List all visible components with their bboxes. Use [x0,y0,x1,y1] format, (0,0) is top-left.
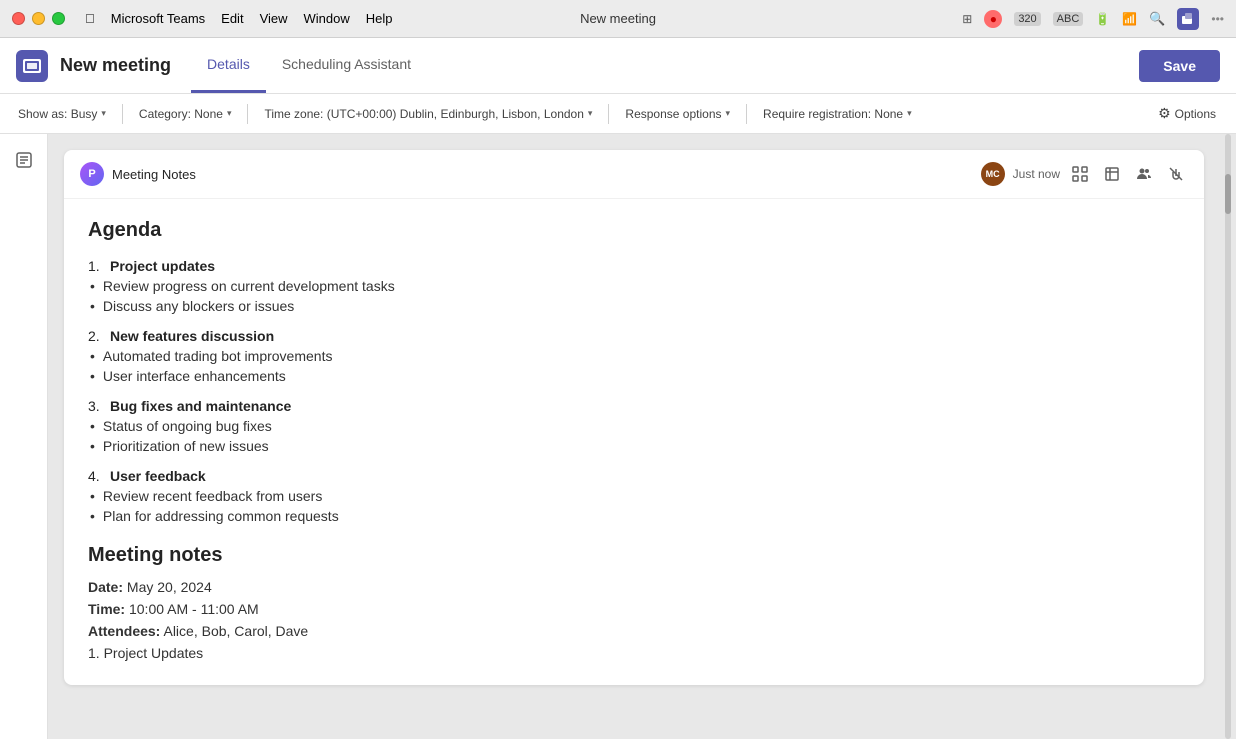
tab-bar: Details Scheduling Assistant [191,38,427,93]
apps-icon[interactable] [1068,162,1092,186]
item-title-3: Bug fixes and maintenance [110,398,291,414]
people-icon[interactable] [1132,162,1156,186]
window-title: New meeting [580,11,656,26]
app-logo [16,50,48,82]
scrollbar-panel [1220,134,1236,739]
edit-menu[interactable]: Edit [221,11,243,26]
category-dropdown[interactable]: Category: None ▾ [133,103,238,125]
titlebar:  Microsoft Teams Edit View Window Help … [0,0,1236,38]
agenda-item-2: 2. New features discussion Automated tra… [88,328,1180,384]
chevron-down-icon: ▾ [588,108,593,119]
agenda-heading: Agenda [88,219,1180,242]
bullet-1-2: Discuss any blockers or issues [88,298,1180,314]
abc-badge: ABC [1053,12,1084,26]
divider-4 [746,104,747,124]
sub-item-1: 1. Project Updates [88,645,1180,661]
agenda-item-4: 4. User feedback Review recent feedback … [88,468,1180,524]
bullet-4-2: Plan for addressing common requests [88,508,1180,524]
expand-icon[interactable] [1100,162,1124,186]
bullet-2-2: User interface enhancements [88,368,1180,384]
timezone-dropdown[interactable]: Time zone: (UTC+00:00) Dublin, Edinburgh… [258,103,598,125]
view-menu[interactable]: View [260,11,288,26]
avatar: MC [981,162,1005,186]
help-menu[interactable]: Help [366,11,393,26]
apple-menu[interactable]:  [85,11,95,26]
battery-icon: 🔋 [1095,12,1110,26]
response-options-dropdown[interactable]: Response options ▾ [619,103,736,125]
mute-icon[interactable] [1164,162,1188,186]
notification-icon[interactable]: ● [984,10,1002,28]
gear-icon: ⚙ [1158,105,1171,122]
notes-tool-name: Meeting Notes [112,167,973,182]
bullet-3-1: Status of ongoing bug fixes [88,418,1180,434]
left-sidebar [0,134,48,739]
agenda-item-1: 1. Project updates Review progress on cu… [88,258,1180,314]
notes-app-logo: P [80,162,104,186]
item-num-1: 1. [88,258,110,274]
notes-actions [1068,162,1188,186]
notes-card: P Meeting Notes MC Just now [64,150,1204,685]
chevron-down-icon: ▾ [101,108,106,119]
save-button[interactable]: Save [1139,50,1220,82]
scrollbar-thumb[interactable] [1225,174,1231,214]
options-button[interactable]: ⚙ Options [1150,101,1224,126]
item-title-2: New features discussion [110,328,274,344]
main-content: P Meeting Notes MC Just now [0,134,1236,739]
close-button[interactable] [12,12,25,25]
minimize-button[interactable] [32,12,45,25]
attendees-line: Attendees: Alice, Bob, Carol, Dave [88,623,1180,639]
timestamp: Just now [1013,167,1060,181]
item-num-4: 4. [88,468,110,484]
bullet-4-1: Review recent feedback from users [88,488,1180,504]
teams-logo [1177,8,1199,30]
notes-header: P Meeting Notes MC Just now [64,150,1204,199]
maximize-button[interactable] [52,12,65,25]
tab-details[interactable]: Details [191,37,266,93]
wifi-icon: 📶 [1122,12,1137,26]
chevron-down-icon: ▾ [726,108,731,119]
chevron-down-icon: ▾ [227,108,232,119]
require-registration-dropdown[interactable]: Require registration: None ▾ [757,103,918,125]
app-menu[interactable]: Microsoft Teams [111,11,205,26]
menu-bar:  Microsoft Teams Edit View Window Help [85,11,393,26]
logo-inner [23,59,41,73]
search-icon[interactable]: 🔍 [1149,11,1165,27]
notes-area: P Meeting Notes MC Just now [48,134,1220,739]
toolbar: Show as: Busy ▾ Category: None ▾ Time zo… [0,94,1236,134]
divider-3 [608,104,609,124]
divider-1 [122,104,123,124]
scrollbar-track[interactable] [1225,134,1231,739]
time-line: Time: 10:00 AM - 11:00 AM [88,601,1180,617]
show-as-dropdown[interactable]: Show as: Busy ▾ [12,103,112,125]
item-title-1: Project updates [110,258,215,274]
item-num-3: 3. [88,398,110,414]
divider-2 [247,104,248,124]
meeting-title: New meeting [60,55,171,76]
date-line: Date: May 20, 2024 [88,579,1180,595]
badge-320: 320 [1014,12,1040,26]
window-menu[interactable]: Window [304,11,350,26]
bullet-3-2: Prioritization of new issues [88,438,1180,454]
bullet-1-1: Review progress on current development t… [88,278,1180,294]
notes-content: Agenda 1. Project updates Review progres… [64,199,1204,685]
notes-sidebar-icon[interactable] [10,146,38,174]
meeting-notes-heading: Meeting notes [88,544,1180,567]
bullet-2-1: Automated trading bot improvements [88,348,1180,364]
more-icon[interactable]: ••• [1211,12,1224,26]
titlebar-right: ⊞ ● 320 ABC 🔋 📶 🔍 ••• [962,8,1224,30]
traffic-lights [12,12,65,25]
app-header: New meeting Details Scheduling Assistant… [0,38,1236,94]
chevron-down-icon: ▾ [907,108,912,119]
item-title-4: User feedback [110,468,206,484]
tab-scheduling[interactable]: Scheduling Assistant [266,37,427,93]
agenda-item-3: 3. Bug fixes and maintenance Status of o… [88,398,1180,454]
control-center-icon[interactable]: ⊞ [962,12,972,26]
item-num-2: 2. [88,328,110,344]
notes-meta: MC Just now [981,162,1060,186]
